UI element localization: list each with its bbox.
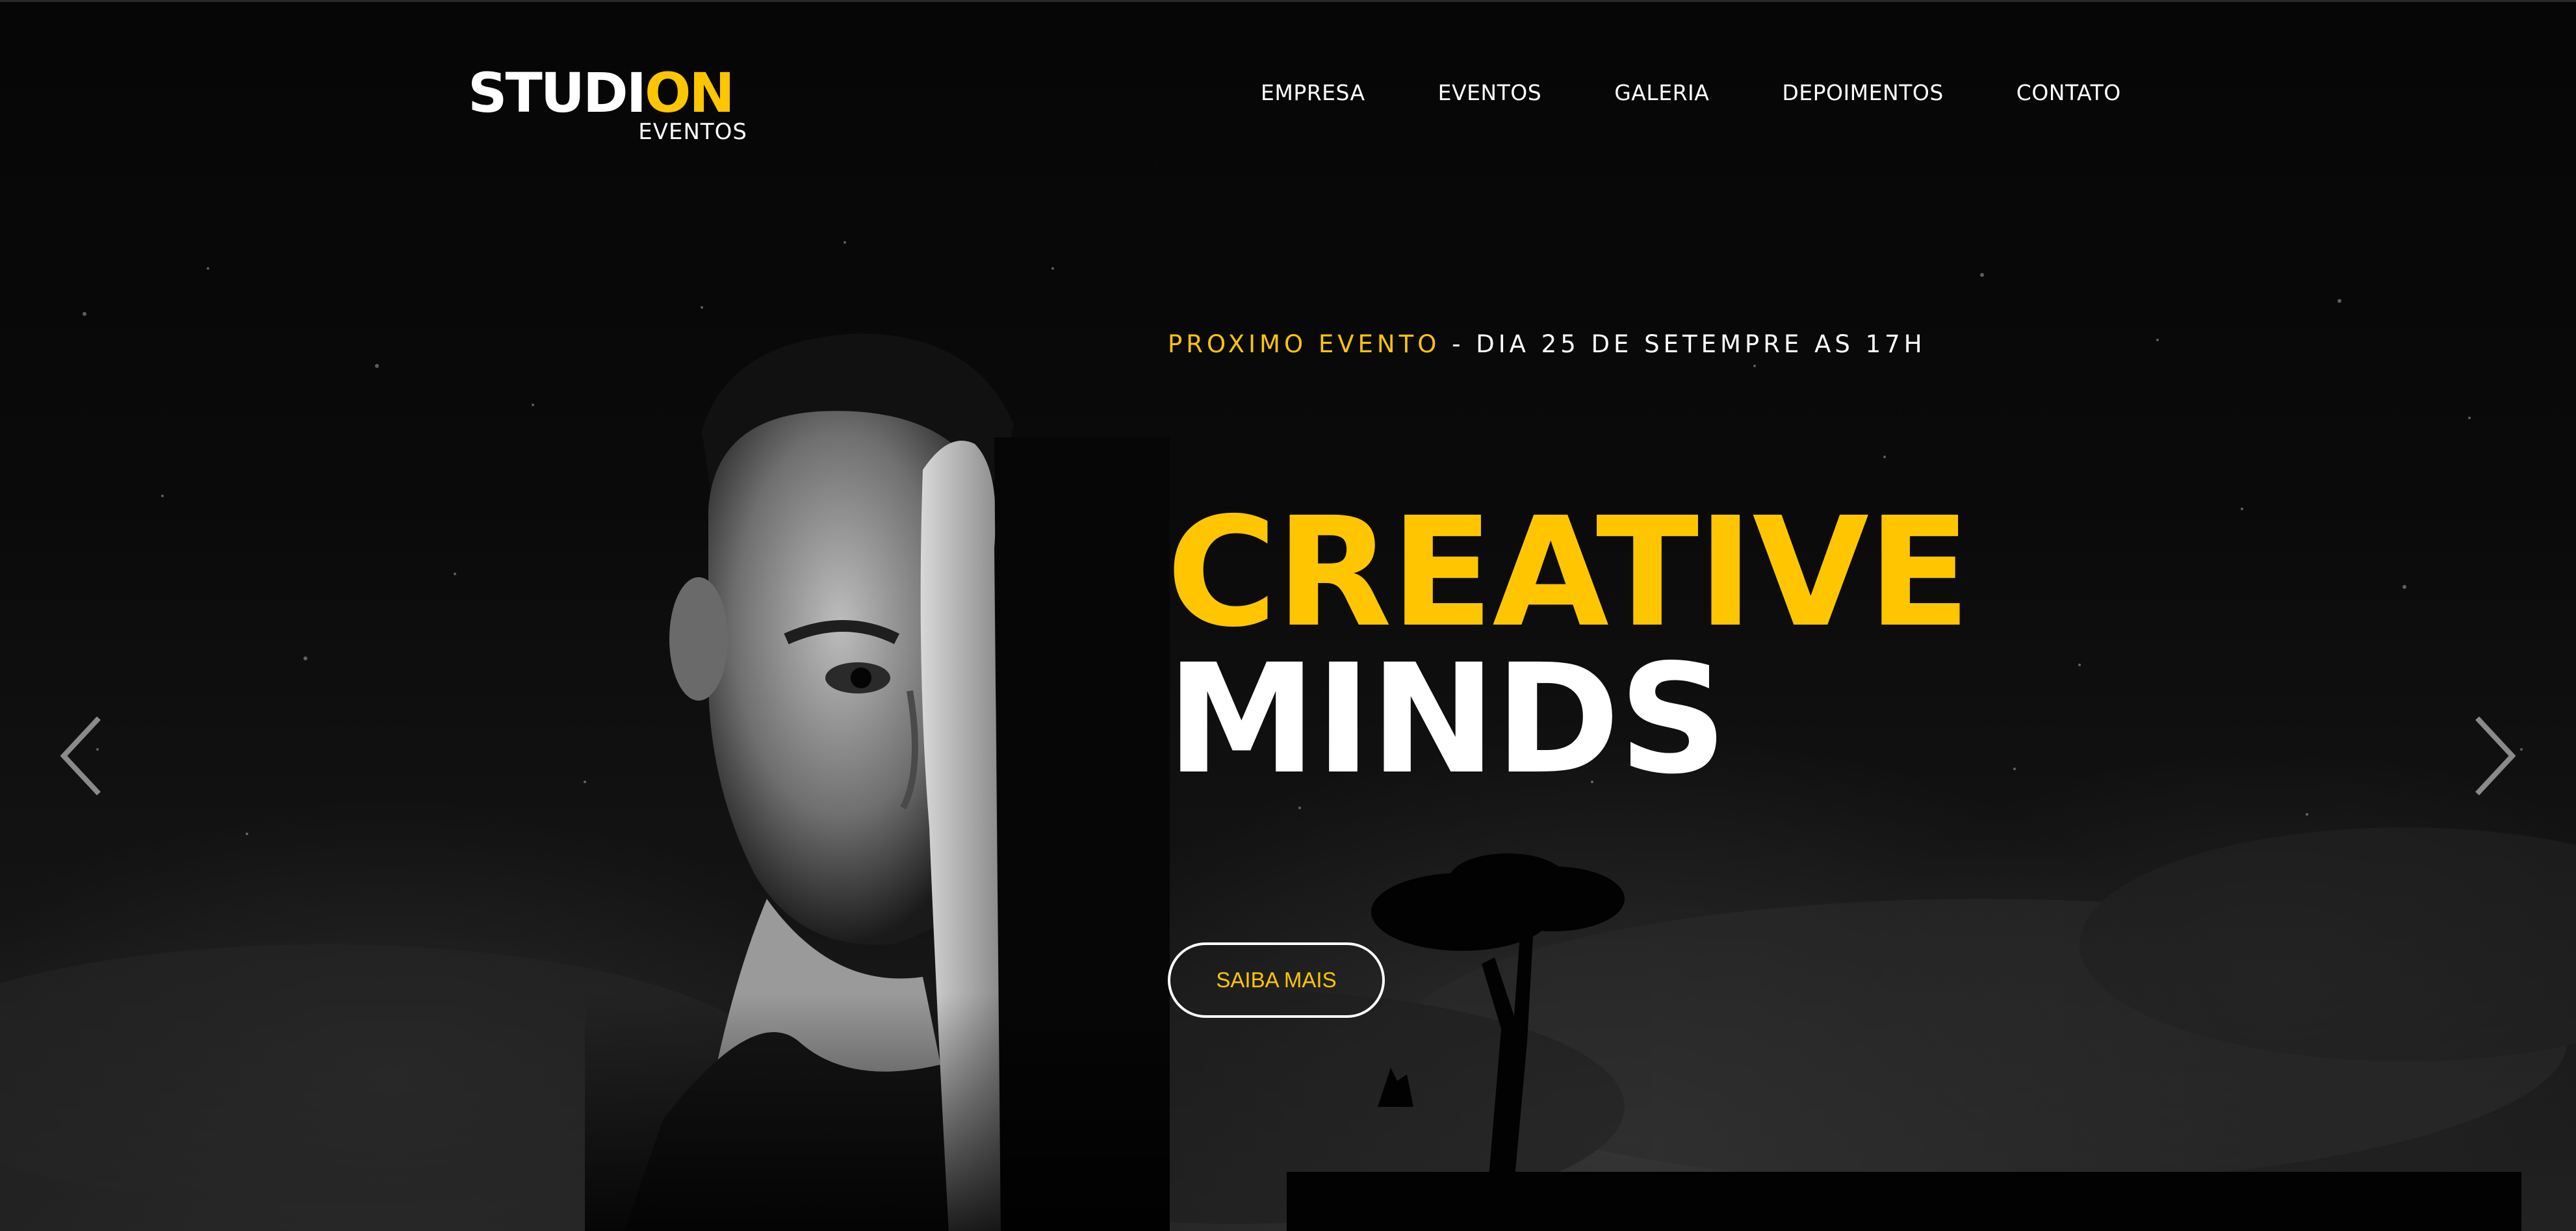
saiba-mais-button[interactable]: SAIBA MAIS <box>1168 942 1385 1018</box>
logo-wordmark-part2: ON <box>645 61 735 125</box>
next-event-label: PROXIMO EVENTO <box>1168 330 1441 358</box>
chevron-left-icon <box>60 716 101 796</box>
nav-item-contato[interactable]: CONTATO <box>2016 80 2121 112</box>
slider-prev-button[interactable] <box>52 710 110 801</box>
slider-next-button[interactable] <box>2466 710 2524 801</box>
landing-page: STUDION EVENTOS EMPRESA EVENTOS GALERIA … <box>0 0 2576 1231</box>
chevron-right-icon <box>2475 716 2516 796</box>
nav-item-depoimentos[interactable]: DEPOIMENTOS <box>1782 80 1943 112</box>
next-event-separator: - <box>1452 330 1465 358</box>
headline-line-1: CREATIVE <box>1166 485 1971 660</box>
nav-item-eventos[interactable]: EVENTOS <box>1438 80 1542 112</box>
hero-headline: CREATIVE MINDS <box>1166 485 1971 807</box>
logo-subtitle: EVENTOS <box>638 119 747 145</box>
logo-wordmark: STUDION <box>468 66 735 120</box>
brand-logo[interactable]: STUDION EVENTOS <box>468 66 747 150</box>
next-event-info: PROXIMO EVENTO - DIA 25 DE SETEMPRE AS 1… <box>1168 330 1926 358</box>
headline-line-2: MINDS <box>1166 632 1727 807</box>
main-navigation: EMPRESA EVENTOS GALERIA DEPOIMENTOS CONT… <box>1261 80 2121 112</box>
logo-wordmark-part1: STUDI <box>468 61 647 125</box>
nav-item-galeria[interactable]: GALERIA <box>1614 80 1709 112</box>
hero-portrait-image <box>585 275 1170 1231</box>
nav-item-empresa[interactable]: EMPRESA <box>1261 80 1365 112</box>
next-event-date: DIA 25 DE SETEMPRE AS 17H <box>1476 330 1926 358</box>
